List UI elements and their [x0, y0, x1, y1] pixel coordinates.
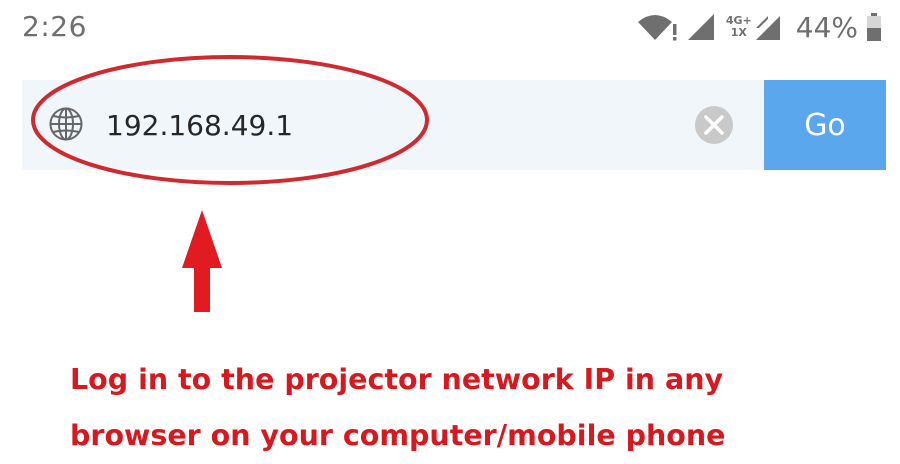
- instruction-line-2: browser on your computer/mobile phone: [70, 419, 726, 452]
- instruction-text: Log in to the projector network IP in an…: [70, 352, 870, 464]
- instruction-line-1: Log in to the projector network IP in an…: [70, 363, 724, 396]
- highlight-ellipse: [31, 55, 429, 185]
- arrow-up-icon: [182, 210, 222, 312]
